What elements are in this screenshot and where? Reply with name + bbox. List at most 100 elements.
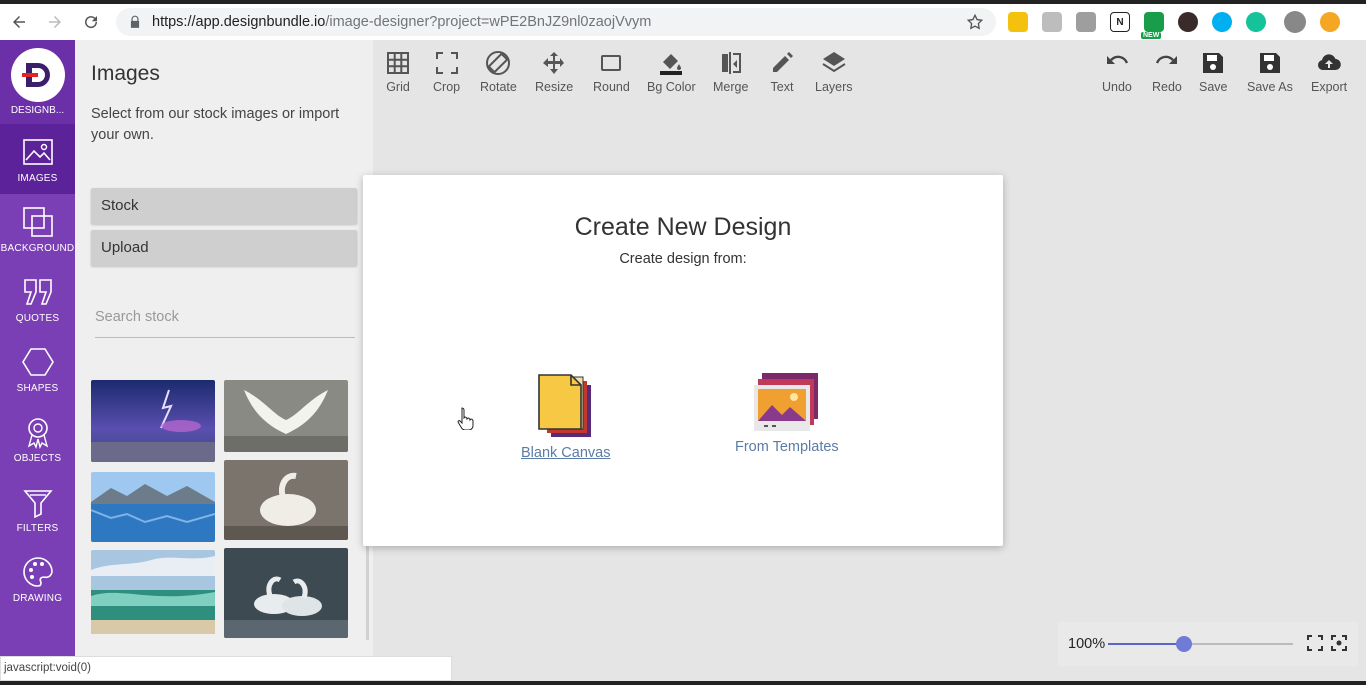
- export-button[interactable]: Export: [1311, 50, 1347, 94]
- stock-thumbnail-swan-wings[interactable]: [224, 380, 348, 452]
- back-icon[interactable]: [2, 5, 36, 39]
- rail-item-objects[interactable]: OBJECTS: [0, 404, 75, 474]
- tool-label: Round: [593, 80, 630, 94]
- rail-item-images[interactable]: IMAGES: [0, 124, 75, 194]
- rotate-button[interactable]: Rotate: [480, 50, 517, 94]
- k-extension-icon[interactable]: [1178, 12, 1198, 32]
- alert-extension-icon[interactable]: [1320, 12, 1340, 32]
- status-bar: javascript:void(0): [0, 656, 452, 681]
- lock-icon: [130, 15, 140, 28]
- address-bar[interactable]: https://app.designbundle.io/image-design…: [116, 8, 996, 36]
- logo-text: DESIGNB...: [10, 105, 65, 116]
- skype-extension-icon[interactable]: [1212, 12, 1232, 32]
- merge-icon: [721, 52, 741, 74]
- stock-thumbnail-swan[interactable]: [224, 460, 348, 540]
- browser-toolbar: https://app.designbundle.io/image-design…: [0, 0, 1366, 40]
- editor-toolbar: Grid Crop Rotate Resize Round Bg Color M…: [373, 40, 1366, 118]
- rail-label: DRAWING: [12, 592, 63, 604]
- rail-label: BACKGROUND: [0, 242, 75, 254]
- funnel-icon: [22, 489, 53, 518]
- stock-button[interactable]: Stock: [91, 188, 357, 224]
- tool-label: Undo: [1102, 80, 1132, 94]
- crop-button[interactable]: Crop: [433, 50, 460, 94]
- blank-canvas-option[interactable]: Blank Canvas: [521, 373, 610, 461]
- rail-label: QUOTES: [15, 312, 60, 324]
- code-extension-icon[interactable]: [1076, 12, 1096, 32]
- rail-label: FILTERS: [16, 522, 59, 534]
- save-as-icon: [1259, 53, 1280, 73]
- sticky-note-extension-icon[interactable]: [1008, 12, 1028, 32]
- grammarly-extension-icon[interactable]: [1246, 12, 1266, 32]
- hexagon-icon: [21, 347, 54, 376]
- round-button[interactable]: Round: [593, 50, 630, 94]
- reload-icon[interactable]: [74, 5, 108, 39]
- tool-label: Rotate: [480, 80, 517, 94]
- search-stock-input[interactable]: Search stock: [95, 306, 355, 338]
- stock-thumbnail-swans-pair[interactable]: [224, 548, 348, 638]
- rail-label: SHAPES: [16, 382, 59, 394]
- from-templates-option[interactable]: From Templates: [735, 373, 839, 455]
- left-rail: DESIGNB... IMAGES BACKGROUND QUOTES SHAP…: [0, 40, 75, 685]
- grid-button[interactable]: Grid: [385, 50, 411, 94]
- bg-color-button[interactable]: Bg Color: [647, 50, 696, 94]
- zoom-percent: 100%: [1068, 636, 1106, 652]
- rail-item-quotes[interactable]: QUOTES: [0, 264, 75, 334]
- url-path: /image-designer?project=wPE2BnJZ9nl0zaoj…: [325, 14, 652, 30]
- hand-cursor-icon: [457, 407, 474, 430]
- bookmark-star-icon[interactable]: [966, 13, 984, 31]
- blank-canvas-icon: [537, 374, 591, 437]
- text-button[interactable]: Text: [769, 50, 795, 94]
- upload-button[interactable]: Upload: [91, 230, 357, 266]
- background-icon: [22, 206, 53, 237]
- crop-icon: [435, 52, 458, 74]
- forward-icon[interactable]: [38, 5, 72, 39]
- rail-item-shapes[interactable]: SHAPES: [0, 334, 75, 404]
- quotes-icon: [23, 278, 52, 305]
- brand-logo[interactable]: DESIGNB...: [0, 40, 75, 124]
- bookmark-extension-icon[interactable]: [1042, 12, 1062, 32]
- rail-item-drawing[interactable]: DRAWING: [0, 544, 75, 614]
- designbundle-logo-icon: [10, 48, 65, 102]
- templates-icon: [753, 373, 818, 431]
- undo-icon: [1106, 55, 1129, 64]
- round-icon: [601, 55, 622, 71]
- undo-button[interactable]: Undo: [1102, 50, 1132, 94]
- stock-thumbnail-wave[interactable]: [91, 550, 215, 634]
- resize-icon: [543, 52, 565, 74]
- rotate-icon: [486, 51, 511, 75]
- save-as-button[interactable]: Save As: [1247, 50, 1293, 94]
- stock-thumbnail-lightning[interactable]: [91, 380, 215, 462]
- merge-button[interactable]: Merge: [713, 50, 748, 94]
- profile-avatar[interactable]: [1284, 11, 1306, 33]
- blank-canvas-label[interactable]: Blank Canvas: [521, 445, 610, 461]
- save-icon: [1203, 53, 1224, 73]
- dialog-subtitle: Create design from:: [619, 251, 747, 267]
- tool-label: Resize: [535, 80, 574, 94]
- new-extension-icon[interactable]: NEW: [1141, 12, 1164, 39]
- tool-label: Text: [770, 80, 794, 94]
- zoom-slider-thumb[interactable]: [1175, 636, 1192, 652]
- bottom-edge: [0, 681, 1366, 685]
- redo-button[interactable]: Redo: [1152, 50, 1182, 94]
- tool-label: Merge: [713, 80, 749, 94]
- notion-extension-icon[interactable]: N: [1110, 12, 1130, 32]
- panel-title: Images: [91, 62, 160, 85]
- resize-button[interactable]: Resize: [535, 50, 573, 94]
- tool-label: Crop: [433, 80, 461, 94]
- tool-label: Export: [1311, 80, 1348, 94]
- tool-label: Redo: [1152, 80, 1182, 94]
- redo-icon: [1155, 55, 1177, 64]
- rail-label: IMAGES: [17, 172, 58, 184]
- layers-button[interactable]: Layers: [815, 50, 853, 94]
- extensions-bar: N NEW: [1008, 11, 1354, 39]
- rail-item-background[interactable]: BACKGROUND: [0, 194, 75, 264]
- fullscreen-icon[interactable]: [1306, 634, 1324, 652]
- fit-screen-icon[interactable]: [1330, 634, 1348, 652]
- zoom-slider[interactable]: [1108, 636, 1293, 652]
- from-templates-label[interactable]: From Templates: [735, 439, 839, 455]
- stock-thumbnail-lake[interactable]: [91, 472, 215, 542]
- rail-item-filters[interactable]: FILTERS: [0, 474, 75, 544]
- tool-label: Grid: [386, 80, 410, 94]
- zoom-slider-fill: [1108, 643, 1184, 645]
- save-button[interactable]: Save: [1199, 50, 1228, 94]
